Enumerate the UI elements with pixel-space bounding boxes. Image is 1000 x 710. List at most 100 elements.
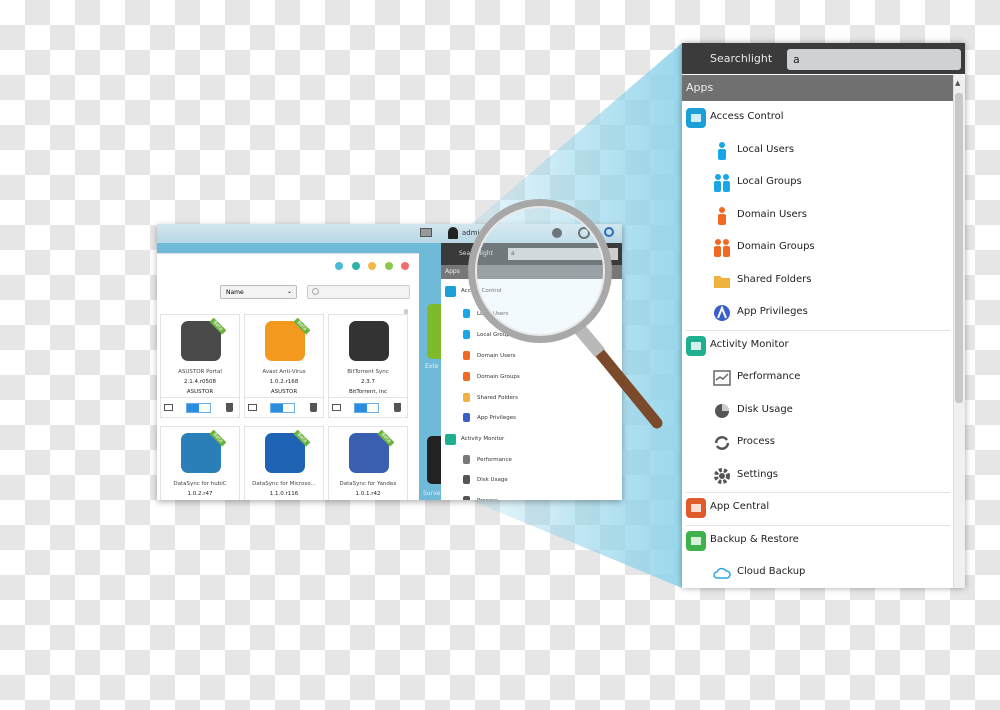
section-header-apps: Apps [682,75,953,101]
app-central-window: Name ⌄ Beta ASUSTOR Portal 2.1.4.r0508 ASUST… [157,253,419,500]
searchlight-group-activity-monitor[interactable]: Activity Monitor [682,330,953,362]
group-label: Access Control [710,111,784,122]
disk-usage-icon [712,401,732,421]
search-input[interactable] [307,285,410,299]
item-label: Local Users [737,143,795,155]
searchlight-item-performance[interactable]: Performance [682,362,953,394]
minimize-button[interactable] [368,262,376,270]
app-name: DataSync for Yandex [339,481,397,487]
group-label: App Central [710,501,770,512]
window-control[interactable] [335,262,343,270]
desktop-app-icon[interactable] [427,436,441,484]
user-icon [712,206,732,226]
app-name: Avast Anti-Virus [262,369,306,375]
searchlight-item-local-groups[interactable]: Local Groups [682,167,953,199]
keyboard-icon[interactable] [420,228,432,237]
app-card[interactable]: Beta DataSync for Yandex 1.0.1.r42 [328,426,408,500]
group-icon [712,238,732,258]
close-button[interactable] [401,262,409,270]
enable-toggle[interactable] [270,403,295,413]
group-label: Backup & Restore [710,533,799,545]
app-publisher: ASUSTOR [186,389,214,395]
open-icon[interactable] [248,404,257,411]
item-label: Local Groups [737,176,802,187]
backup-restore-icon [686,530,706,551]
app-actions [245,397,323,417]
app-icon [349,321,389,361]
sort-select[interactable]: Name ⌄ [220,285,297,299]
searchlight-item-app-privileges[interactable]: App Privileges [682,297,953,329]
open-icon[interactable] [332,404,341,411]
item-icon [463,455,470,464]
app-version: 1.0.2.r168 [269,379,299,385]
searchlight-item-settings[interactable]: Settings [682,460,953,492]
searchlight-group-access-control[interactable]: Access Control [682,102,953,134]
folder-icon [712,271,732,291]
process-icon [712,433,732,453]
access-control-icon [686,108,706,128]
app-card[interactable]: Beta Avast Anti-Virus 1.0.2.r168 ASUSTOR [244,314,324,418]
item-icon [463,496,470,500]
app-version: 1.0.2.r47 [187,491,213,497]
app-card[interactable]: Beta DataSync for hubiC 1.0.2.r47 [160,426,240,500]
searchlight-panel: Searchlight Apps Access Control Local Use… [682,43,965,588]
searchlight-item-local-users[interactable]: Local Users [682,135,953,167]
sort-select-value: Name [226,289,244,296]
open-icon[interactable] [164,404,173,411]
enable-toggle[interactable] [186,403,211,413]
cloud-icon [712,563,732,583]
app-card[interactable]: BitTorrent Sync 2.3.7 BitTorrent, inc [328,314,408,418]
searchlight-item[interactable]: Performance [477,457,512,463]
app-version: 1.0.1.r42 [355,491,381,497]
searchlight-item[interactable]: Process [477,498,498,500]
trash-icon[interactable] [310,403,317,412]
window-control[interactable] [352,262,360,270]
app-central-icon [686,498,706,518]
item-label: Cloud Backup [737,566,806,577]
user-icon[interactable] [448,227,458,239]
desktop-app-label: Surve [423,490,441,497]
trash-icon[interactable] [394,403,401,412]
item-label: Disk Usage [737,403,793,415]
searchlight-item-shared-folders[interactable]: Shared Folders [682,265,953,297]
searchlight-item-process[interactable]: Process [682,427,953,459]
searchlight-item-domain-groups[interactable]: Domain Groups [682,232,953,264]
searchlight-item-cloud-backup[interactable]: Cloud Backup [682,557,953,588]
activity-monitor-icon [686,335,706,356]
searchlight-item[interactable]: Disk Usage [477,477,508,483]
searchlight-input[interactable] [787,49,961,70]
searchlight-group-backup-restore[interactable]: Backup & Restore [682,525,953,557]
app-version: 2.1.4.r0508 [183,379,216,385]
group-icon [712,173,732,193]
maximize-button[interactable] [385,262,393,270]
item-label: App Privileges [737,306,808,317]
app-version: 1.1.0.r116 [269,491,299,497]
app-actions [161,397,239,417]
app-publisher: ASUSTOR [270,389,298,395]
desktop-app-icon[interactable] [427,304,441,359]
scrollbar-thumb[interactable] [955,93,963,403]
trash-icon[interactable] [226,403,233,412]
performance-icon [712,368,732,388]
app-version: 2.3.7 [361,379,375,385]
searchlight-item-domain-users[interactable]: Domain Users [682,200,953,232]
scroll-up-icon[interactable]: ▲ [955,79,960,87]
searchlight-title: Searchlight [710,52,773,65]
searchlight-header: Searchlight [682,43,965,74]
enable-toggle[interactable] [354,403,379,413]
item-label: Settings [737,468,779,480]
privileges-icon [712,303,732,323]
item-label: Process [737,436,775,447]
app-name: ASUSTOR Portal [178,369,222,375]
app-card[interactable]: Beta ASUSTOR Portal 2.1.4.r0508 ASUSTOR [160,314,240,418]
item-icon [463,475,470,484]
searchlight-group-app-central[interactable]: App Central [682,492,953,524]
group-label: Activity Monitor [710,338,789,350]
chevron-down-icon: ⌄ [286,288,292,295]
searchlight-item[interactable]: Activity Monitor [461,436,504,442]
item-label: Domain Groups [737,241,815,252]
app-publisher: BitTorrent, inc [348,389,388,395]
searchlight-item-disk-usage[interactable]: Disk Usage [682,395,953,427]
app-card[interactable]: Beta DataSync for Microso... 1.1.0.r116 [244,426,324,500]
item-label: Domain Users [737,208,807,220]
